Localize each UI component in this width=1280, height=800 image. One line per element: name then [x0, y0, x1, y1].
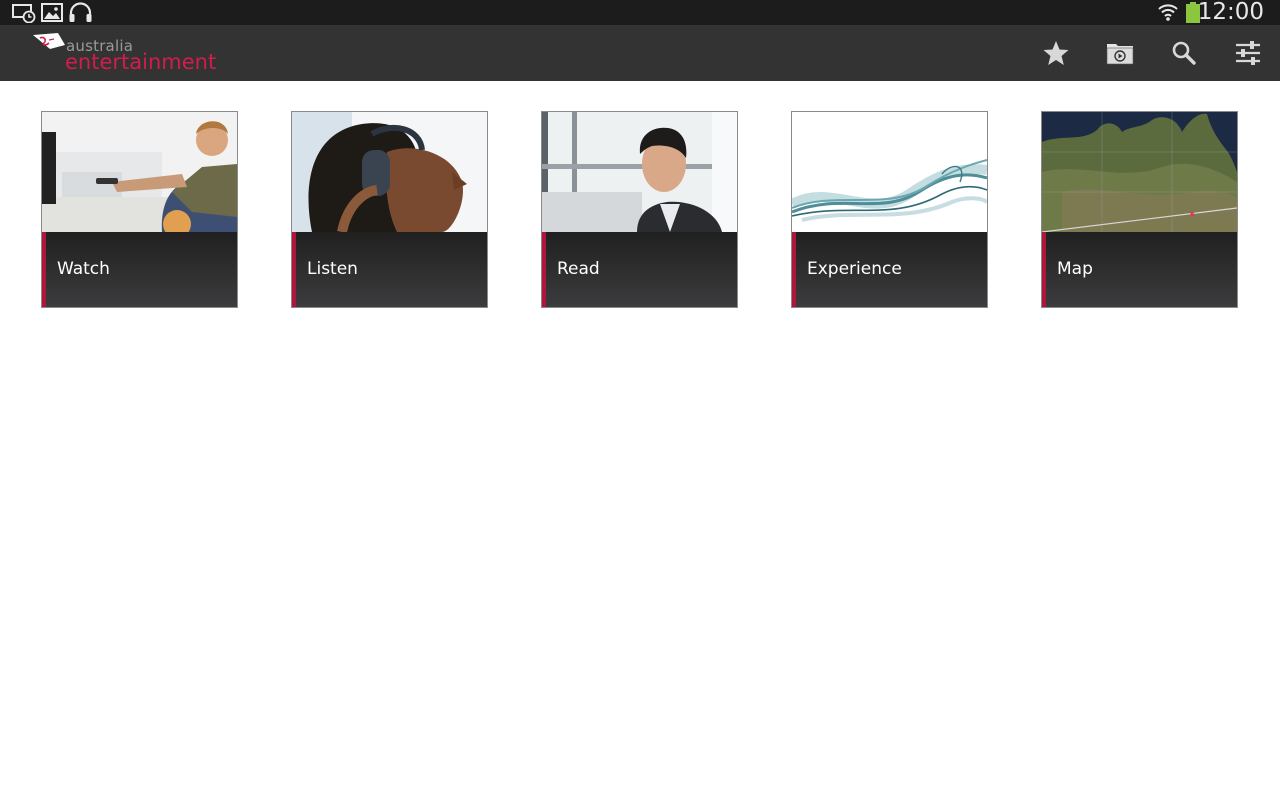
action-bar: australia entertainment	[0, 25, 1280, 81]
tile-listen-label-area: Listen	[292, 232, 487, 307]
tile-accent	[792, 232, 796, 307]
brand-logo[interactable]: australia entertainment	[32, 32, 216, 74]
teal-smoke-wave-image	[792, 112, 987, 232]
tile-listen-label: Listen	[307, 259, 358, 279]
tile-watch-label-area: Watch	[42, 232, 237, 307]
businessman-reading-photo	[542, 112, 737, 232]
tile-read-label-area: Read	[542, 232, 737, 307]
tile-experience-label: Experience	[807, 259, 902, 279]
favorites-button[interactable]	[1040, 37, 1072, 69]
watch-image	[42, 112, 237, 232]
tile-accent	[542, 232, 546, 307]
virgin-wing-logo-icon	[33, 33, 65, 49]
tile-accent	[42, 232, 46, 307]
tile-experience[interactable]: Experience	[791, 111, 988, 308]
man-with-remote-photo	[42, 112, 237, 232]
media-folder-icon	[1106, 44, 1134, 65]
search-button[interactable]	[1168, 37, 1200, 69]
screen-timer-icon	[12, 4, 36, 23]
wifi-icon	[1158, 4, 1178, 21]
tile-accent	[292, 232, 296, 307]
tile-map-label: Map	[1057, 259, 1093, 279]
brand-title: entertainment	[65, 50, 217, 74]
settings-sliders-icon	[1236, 41, 1260, 65]
tile-accent	[1042, 232, 1046, 307]
map-image	[1042, 112, 1237, 232]
status-bar: 12:00	[0, 0, 1280, 25]
tile-read[interactable]: Read	[541, 111, 738, 308]
clock: 12:00	[1197, 0, 1264, 25]
woman-with-headphones-photo	[292, 112, 487, 232]
tile-map-label-area: Map	[1042, 232, 1237, 307]
tile-read-label: Read	[557, 259, 600, 279]
tile-experience-label-area: Experience	[792, 232, 987, 307]
tile-listen[interactable]: Listen	[291, 111, 488, 308]
read-image	[542, 112, 737, 232]
australia-satellite-map	[1042, 112, 1237, 232]
experience-image	[792, 112, 987, 232]
settings-button[interactable]	[1232, 37, 1264, 69]
star-icon	[1043, 41, 1069, 65]
my-media-button[interactable]	[1104, 37, 1136, 69]
listen-image	[292, 112, 487, 232]
gallery-icon	[41, 3, 63, 22]
search-icon	[1172, 41, 1196, 65]
tile-watch-label: Watch	[57, 259, 110, 279]
tile-map[interactable]: Map	[1041, 111, 1238, 308]
headphones-icon	[69, 2, 92, 22]
tile-watch[interactable]: Watch	[41, 111, 238, 308]
